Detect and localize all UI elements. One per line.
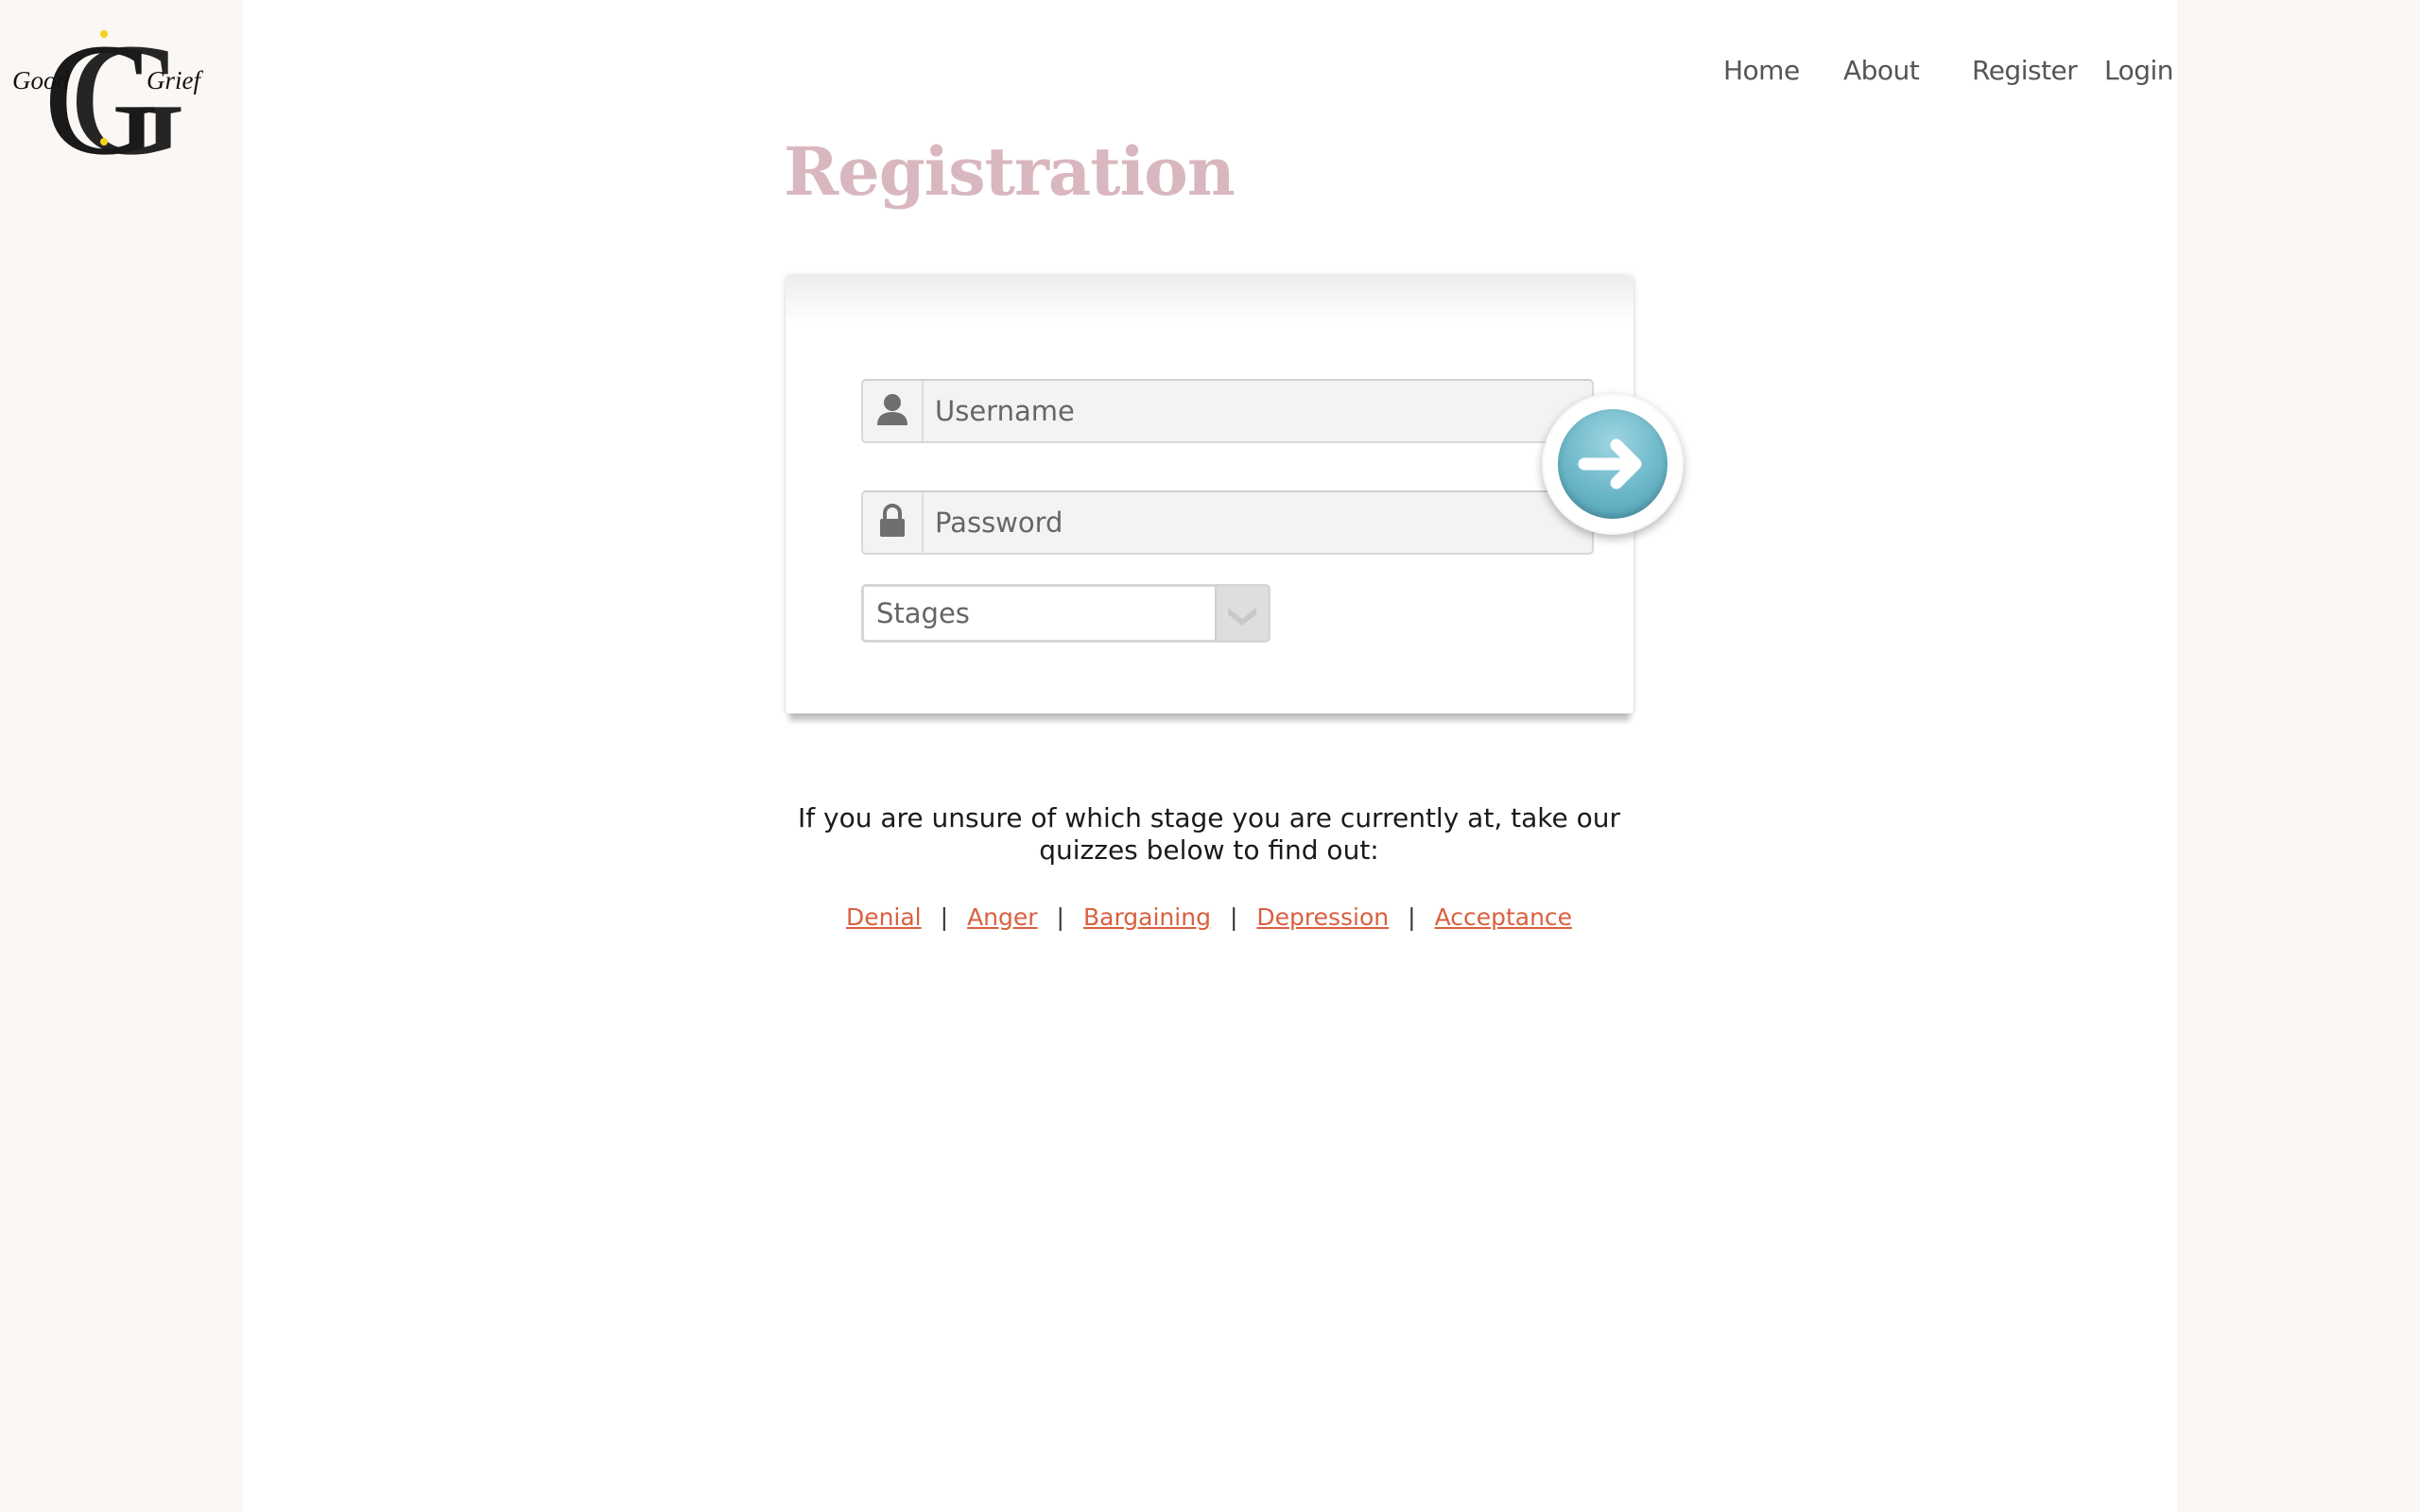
quiz-denial-link[interactable]: Denial bbox=[846, 903, 922, 931]
password-field[interactable] bbox=[861, 490, 1594, 555]
quiz-links: Denial | Anger | Bargaining | Depression | Accep… bbox=[784, 903, 1634, 931]
lock-icon bbox=[863, 492, 924, 553]
username-field[interactable] bbox=[861, 379, 1594, 443]
separator: | bbox=[1229, 903, 1238, 931]
username-input[interactable] bbox=[935, 381, 1578, 441]
logo[interactable]: G G Good Grief bbox=[9, 10, 200, 188]
quiz-acceptance-link[interactable]: Acceptance bbox=[1435, 903, 1573, 931]
card-header-shade bbox=[786, 276, 1634, 323]
nav-home-link[interactable]: Home bbox=[1723, 55, 1800, 86]
password-input[interactable] bbox=[935, 492, 1578, 553]
separator: | bbox=[1408, 903, 1416, 931]
main-content: Home About Register Login bbox=[243, 0, 2177, 1512]
logo-word-right: Grief bbox=[147, 66, 200, 94]
nav-login-link[interactable]: Login bbox=[2104, 55, 2174, 86]
nav-register-link[interactable]: Register bbox=[1972, 55, 2078, 86]
quiz-anger-link[interactable]: Anger bbox=[967, 903, 1037, 931]
separator: | bbox=[940, 903, 949, 931]
page-title: Registration bbox=[784, 132, 1236, 211]
stages-select-value: Stages bbox=[876, 597, 970, 629]
arrow-right-icon bbox=[1558, 409, 1668, 519]
quiz-bargaining-link[interactable]: Bargaining bbox=[1083, 903, 1211, 931]
quiz-prompt: If you are unsure of which stage you are… bbox=[798, 802, 1620, 866]
registration-form: Stages bbox=[786, 276, 1634, 713]
chevron-down-icon[interactable] bbox=[1215, 587, 1268, 640]
user-icon bbox=[863, 381, 924, 441]
stages-select[interactable]: Stages bbox=[861, 584, 1270, 643]
quiz-depression-link[interactable]: Depression bbox=[1256, 903, 1389, 931]
logo-word-left: Good bbox=[12, 66, 69, 94]
submit-button[interactable] bbox=[1542, 393, 1684, 535]
top-nav: Home About Register Login bbox=[1610, 55, 2177, 93]
nav-about-link[interactable]: About bbox=[1843, 55, 1920, 86]
separator: | bbox=[1056, 903, 1064, 931]
